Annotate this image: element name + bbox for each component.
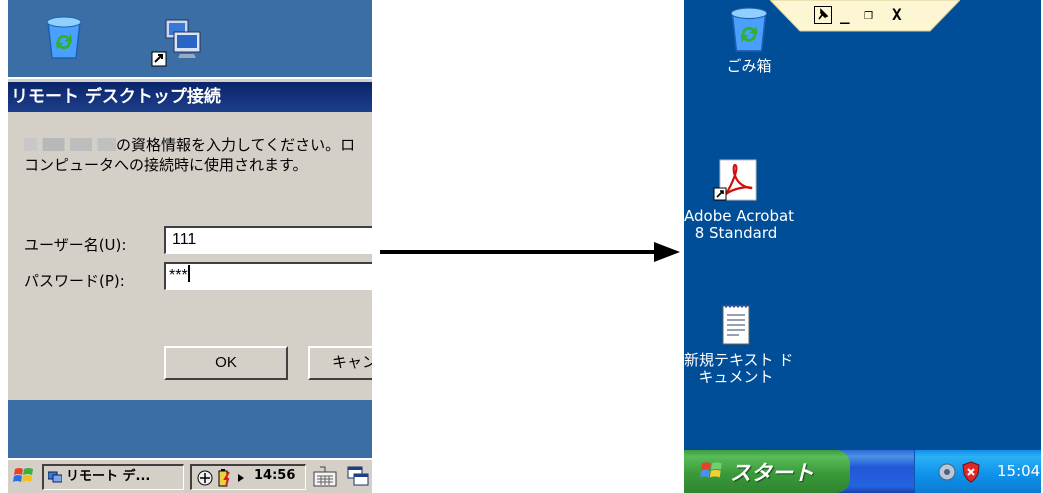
desktop-icon-acrobat[interactable]: Adobe Acrobat 8 Standard [684, 158, 795, 242]
text-document-label-line-1: 新規テキスト ド [684, 351, 794, 369]
prompt-line-1: の資格情報を入力してください。ロ [116, 136, 356, 154]
pin-icon[interactable] [814, 6, 832, 24]
redacted-computer-name [24, 138, 116, 151]
windows-icon[interactable] [346, 464, 370, 488]
system-tray: 15:04 [914, 450, 1041, 493]
username-input[interactable]: 111 [164, 226, 372, 254]
taskbar-clock[interactable]: 15:04 [997, 462, 1040, 480]
remote-desktop-shortcut-icon[interactable] [150, 14, 202, 68]
start-button[interactable]: スタート [684, 450, 850, 493]
dialog-title: リモート デスクトップ接続 [8, 82, 372, 112]
xp-taskbar: スタート 15:04 [684, 450, 1041, 493]
prompt-line-2: コンピュータへの接続時に使用されます。 [24, 156, 308, 174]
start-label: スタート [730, 461, 814, 485]
security-alert-icon[interactable] [961, 461, 981, 483]
close-button[interactable]: X [892, 5, 902, 24]
restore-button[interactable]: ❐ [864, 5, 873, 23]
task-label: リモート デ... [66, 469, 151, 484]
windows-start-icon[interactable] [12, 464, 36, 488]
input-panel-keyboard-icon[interactable] [312, 464, 338, 488]
minimize-button[interactable]: _ [840, 5, 850, 24]
ok-button[interactable]: OK [164, 346, 288, 380]
remote-desktop-small-icon [48, 471, 62, 483]
text-document-icon [722, 304, 750, 345]
username-label: ユーザー名(U): [24, 236, 127, 254]
remote-desktop-login-dialog: リモート デスクトップ接続 の資格情報を入力してください。ロ コンピュータへの接… [8, 77, 372, 400]
password-mask: *** [169, 267, 188, 284]
text-document-label-line-2: キュメント [698, 368, 774, 386]
transition-arrow [380, 242, 680, 262]
acrobat-label-line-2: 8 Standard [694, 224, 778, 242]
desktop-icon-text-document[interactable]: 新規テキスト ド キュメント [684, 302, 794, 386]
tray-expand-arrow-icon[interactable] [236, 473, 246, 483]
mobile-taskbar: リモート デ... 14:56 [8, 458, 372, 493]
connectivity-icon[interactable] [196, 469, 214, 487]
taskbar-task-remote-desktop[interactable]: リモート デ... [42, 464, 184, 490]
text-caret [187, 265, 190, 282]
cancel-button[interactable]: キャン [308, 346, 372, 380]
mobile-clock[interactable]: 14:56 [254, 468, 295, 483]
remote-xp-desktop: ごみ箱 Adobe Acrobat 8 Standard 新規テキスト ド キュ… [684, 0, 1041, 493]
mobile-tray: 14:56 [190, 464, 306, 490]
recycle-bin-label: ごみ箱 [726, 57, 772, 75]
windows-logo-icon [700, 462, 722, 478]
acrobat-label-line-1: Adobe Acrobat [684, 207, 795, 225]
recycle-bin-icon[interactable] [42, 14, 86, 60]
remote-connection-bar: _ ❐ X [770, 0, 960, 32]
recycle-bin-icon [730, 7, 768, 52]
password-label: パスワード(P): [24, 272, 125, 290]
password-input[interactable]: *** [164, 262, 372, 290]
credential-prompt: の資格情報を入力してください。ロ コンピュータへの接続時に使用されます。 [24, 135, 355, 175]
battery-icon[interactable] [216, 468, 232, 488]
windows-mobile-screen: リモート デスクトップ接続 の資格情報を入力してください。ロ コンピュータへの接… [8, 0, 372, 493]
speaker-tray-icon[interactable] [937, 462, 957, 482]
acrobat-icon [713, 159, 757, 201]
